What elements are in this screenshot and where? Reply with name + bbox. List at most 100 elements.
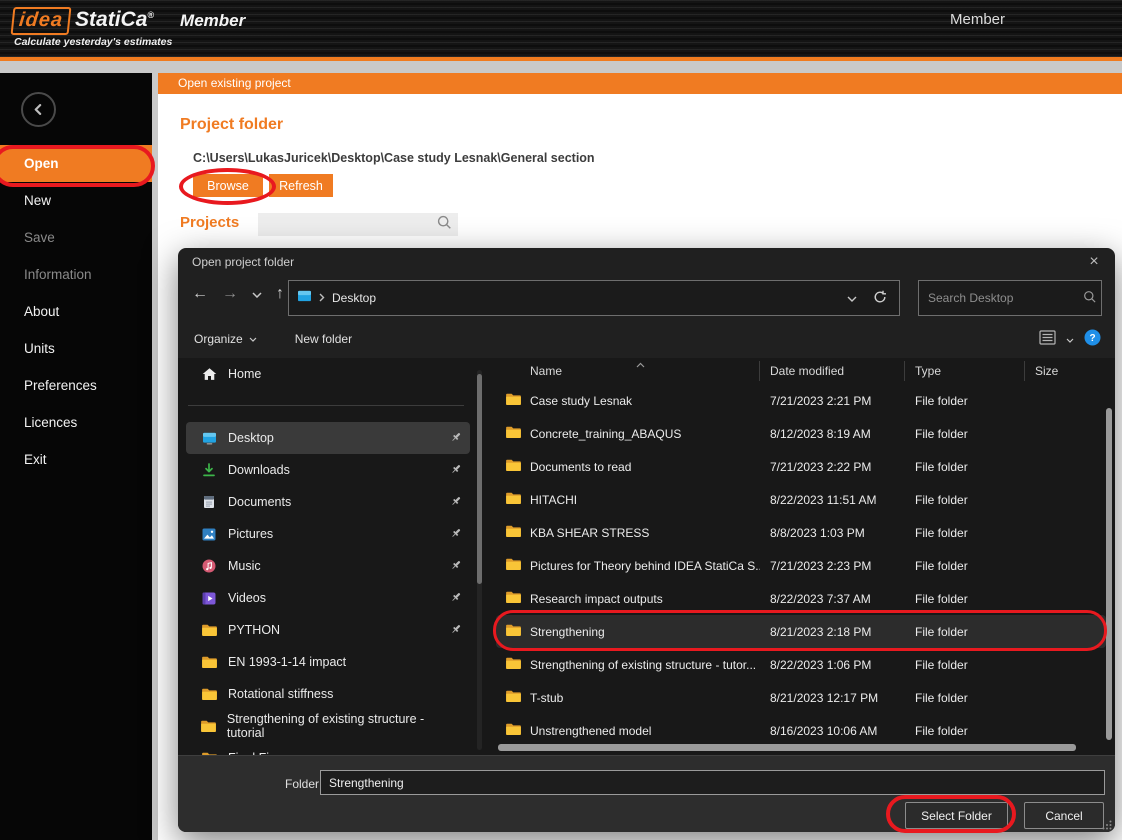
file-row-documents-to-read[interactable]: Documents to read 7/21/2023 2:22 PM File… <box>496 450 1106 483</box>
file-row-t-stub[interactable]: T-stub 8/21/2023 12:17 PM File folder <box>496 681 1106 714</box>
sidebar-item-new[interactable]: New <box>0 182 152 219</box>
app-window: idea StatiCa® Member Calculate yesterday… <box>0 0 1122 840</box>
statica-logo: StatiCa® <box>75 8 154 32</box>
file-list-vertical-scrollbar[interactable] <box>1106 358 1112 755</box>
address-bar[interactable]: Desktop <box>288 280 900 316</box>
file-list-horizontal-scrollbar[interactable] <box>498 744 1098 751</box>
tree-item-strengthening-of-existing-structure-tuto[interactable]: Strengthening of existing structure - tu… <box>186 710 470 742</box>
pictures-icon <box>200 528 218 541</box>
folder-icon <box>506 690 521 705</box>
select-folder-button[interactable]: Select Folder <box>905 802 1008 829</box>
sidebar-item-units[interactable]: Units <box>0 330 152 367</box>
back-button[interactable] <box>21 92 56 127</box>
tree-item-python[interactable]: PYTHON <box>186 614 470 646</box>
sidebar-item-about[interactable]: About <box>0 293 152 330</box>
dialog-search-box <box>918 280 1102 316</box>
breadcrumb-desktop[interactable]: Desktop <box>332 291 376 305</box>
project-folder-heading: Project folder <box>180 116 283 134</box>
file-rows: Case study Lesnak 7/21/2023 2:21 PM File… <box>496 384 1106 747</box>
folder-name-input[interactable] <box>320 770 1105 795</box>
tree-item-downloads[interactable]: Downloads <box>186 454 470 486</box>
file-row-research-impact-outputs[interactable]: Research impact outputs 8/22/2023 7:37 A… <box>496 582 1106 615</box>
tree-item-music[interactable]: Music <box>186 550 470 582</box>
tree-item-documents[interactable]: Documents <box>186 486 470 518</box>
file-row-pictures-for-theory-behind-idea-statica-[interactable]: Pictures for Theory behind IDEA StatiCa … <box>496 549 1106 582</box>
sidebar-item-licences[interactable]: Licences <box>0 404 152 441</box>
videos-icon <box>200 592 218 605</box>
folder-icon <box>200 656 218 668</box>
browse-button[interactable]: Browse <box>193 174 263 197</box>
tree-item-final-fi[interactable]: Final Fi <box>186 742 470 755</box>
dialog-titlebar[interactable]: Open project folder × <box>178 248 1115 276</box>
chevron-down-icon <box>249 337 257 342</box>
projects-search-input[interactable] <box>258 213 437 236</box>
sidebar-item-save[interactable]: Save <box>0 219 152 256</box>
resize-grip[interactable] <box>1102 819 1112 829</box>
tree-item-rotational-stiffness[interactable]: Rotational stiffness <box>186 678 470 710</box>
folder-icon <box>506 426 521 441</box>
chevron-left-icon <box>33 104 44 115</box>
file-row-case-study-lesnak[interactable]: Case study Lesnak 7/21/2023 2:21 PM File… <box>496 384 1106 417</box>
folder-icon <box>506 393 521 408</box>
refresh-button[interactable]: Refresh <box>269 174 333 197</box>
pin-icon <box>450 559 462 574</box>
tree-scrollbar[interactable] <box>477 370 482 750</box>
refresh-icon[interactable] <box>873 290 887 307</box>
view-dropdown-icon[interactable] <box>1066 332 1074 346</box>
column-header-date[interactable]: Date modified <box>760 361 905 381</box>
sidebar: Open New Save Information About Units Pr… <box>0 73 152 840</box>
window-title: Member <box>950 11 1005 28</box>
sidebar-item-open[interactable]: Open <box>0 145 152 182</box>
tree-item-pictures[interactable]: Pictures <box>186 518 470 550</box>
folder-icon <box>200 624 218 636</box>
open-project-folder-dialog: Open project folder × ← → ↑ Desktop <box>178 248 1115 832</box>
folder-icon <box>506 591 521 606</box>
projects-search <box>258 213 458 236</box>
column-header-name[interactable]: Name <box>496 361 760 381</box>
view-details-icon[interactable] <box>1039 330 1056 348</box>
sidebar-item-information[interactable]: Information <box>0 256 152 293</box>
search-icon <box>1083 290 1097 307</box>
dialog-nav-row: ← → ↑ Desktop <box>178 276 1115 320</box>
help-icon[interactable]: ? <box>1084 329 1101 349</box>
nav-up-icon[interactable]: ↑ <box>276 286 284 302</box>
close-icon[interactable]: × <box>1083 251 1105 273</box>
file-row-kba-shear-stress[interactable]: KBA SHEAR STRESS 8/8/2023 1:03 PM File f… <box>496 516 1106 549</box>
file-list-horizontal-thumb[interactable] <box>498 744 1076 751</box>
folder-icon <box>506 558 521 573</box>
tree-scrollbar-thumb[interactable] <box>477 374 482 584</box>
cancel-button[interactable]: Cancel <box>1024 802 1104 829</box>
app-header: idea StatiCa® Member Calculate yesterday… <box>0 0 1122 57</box>
dialog-search-input[interactable] <box>928 291 1083 305</box>
tree-item-en-1993-1-14-impact[interactable]: EN 1993-1-14 impact <box>186 646 470 678</box>
file-row-unstrengthened-model[interactable]: Unstrengthened model 8/16/2023 10:06 AM … <box>496 714 1106 747</box>
pin-icon <box>450 591 462 606</box>
column-header-size[interactable]: Size <box>1025 361 1106 381</box>
file-row-concrete-training-abaqus[interactable]: Concrete_training_ABAQUS 8/12/2023 8:19 … <box>496 417 1106 450</box>
idea-logo: idea <box>11 7 72 35</box>
new-folder-button[interactable]: New folder <box>295 332 352 346</box>
file-row-hitachi[interactable]: HITACHI 8/22/2023 11:51 AM File folder <box>496 483 1106 516</box>
tree-item-home[interactable]: Home <box>186 358 470 390</box>
dialog-content: Home Desktop Downloads Documents <box>178 358 1115 755</box>
organize-button[interactable]: Organize <box>194 332 257 346</box>
file-row-strengthening[interactable]: Strengthening 8/21/2023 2:18 PM File fol… <box>496 615 1106 648</box>
nav-forward-icon[interactable]: → <box>222 286 238 302</box>
nav-recent-dropdown-icon[interactable] <box>252 285 262 302</box>
pin-icon <box>450 463 462 478</box>
desktop-icon <box>297 290 312 306</box>
page-title-banner: Open existing project <box>158 73 1122 94</box>
tree-item-desktop[interactable]: Desktop <box>186 422 470 454</box>
file-list-vertical-thumb[interactable] <box>1106 408 1112 740</box>
sidebar-item-preferences[interactable]: Preferences <box>0 367 152 404</box>
folder-icon <box>506 525 521 540</box>
nav-tree: Home Desktop Downloads Documents <box>186 358 470 755</box>
file-row-strengthening-of-existing-structure-tuto[interactable]: Strengthening of existing structure - tu… <box>496 648 1106 681</box>
file-list: Name Date modified Type Size Case study … <box>496 358 1106 755</box>
nav-back-icon[interactable]: ← <box>192 286 208 302</box>
sidebar-item-exit[interactable]: Exit <box>0 441 152 478</box>
column-header-type[interactable]: Type <box>905 361 1025 381</box>
tree-item-videos[interactable]: Videos <box>186 582 470 614</box>
address-dropdown-icon[interactable] <box>847 291 857 305</box>
folder-icon <box>506 459 521 474</box>
